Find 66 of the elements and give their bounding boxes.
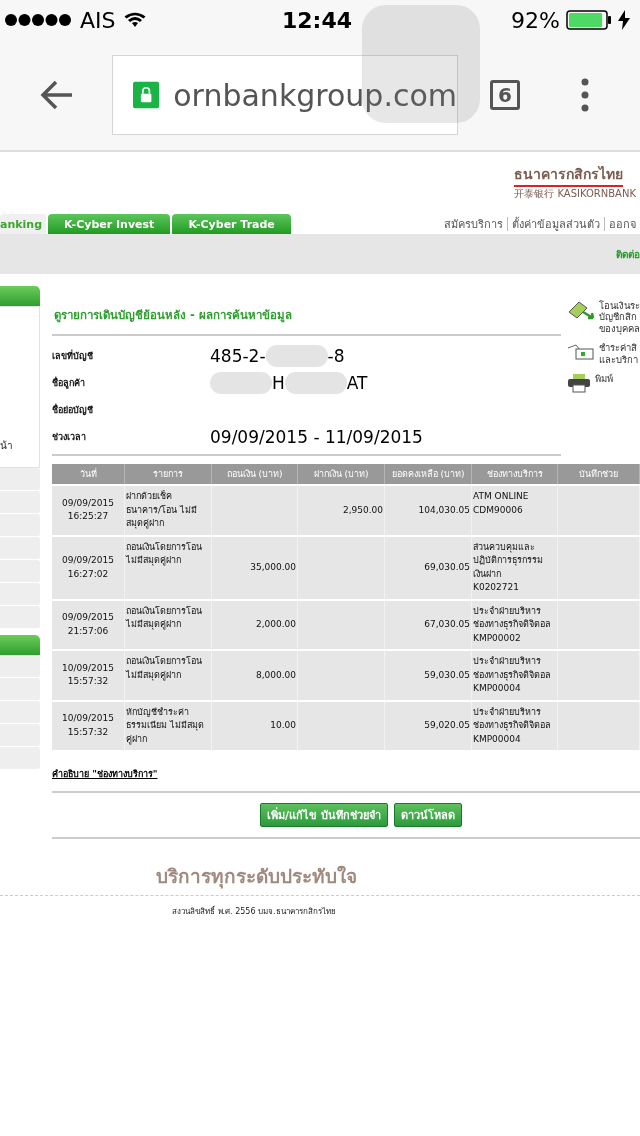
table-cell-text: 69,030.05 (423, 560, 470, 574)
field-value: 485-2- (210, 345, 266, 366)
table-cell-text: ATM ONLINE CDM90006 (473, 490, 530, 517)
table-cell-text: 104,030.05 (417, 503, 470, 517)
back-arrow-icon[interactable] (40, 80, 74, 110)
legend-link[interactable]: คำอธิบาย "ช่องทางบริการ" (52, 769, 158, 779)
table-cell-text: หักบัญชีชำระค่า ธรรมเนียม ไม่มีสมุด คู่ฝาก (126, 705, 205, 746)
table-cell-text: ประจำฝ่ายบริหาร ช่องทางธุรกิจดิจิตอล KMP00004 (473, 655, 552, 695)
side-action-link[interactable]: โอนเงินระ บัญชีกสิก ของบุคคล (599, 300, 640, 335)
table-cell-text: 2,000.00 (254, 618, 296, 631)
table-cell-text: ประจำฝ่ายบริหาร ช่องทางธุรกิจดิจิตอล KMP00004 (473, 705, 552, 746)
battery-percent: 92% (511, 7, 560, 33)
carrier-name: AIS (80, 7, 116, 33)
table-cell-text: 09/09/2015 21:57:06 (61, 611, 115, 638)
table-cell-text: 10/09/2015 15:57:32 (61, 661, 115, 689)
menu-icon[interactable] (580, 78, 590, 112)
table-cell-text: ถอนเงินโดยการโอน ไม่มีสมุดคู่ฝาก (126, 604, 203, 632)
table-cell-text: 35,000.00 (249, 560, 296, 574)
top-link[interactable]: สมัครบริการ (440, 215, 507, 233)
sidebar-header (0, 286, 40, 306)
table-cell-text: 8,000.00 (254, 668, 296, 682)
field-label: ชื่อย่อบัญชี (52, 402, 94, 417)
field-label: ช่วงเวลา (52, 430, 87, 444)
table-cell-text: 59,030.05 (423, 668, 470, 682)
table-cell-text: ฝากด้วยเช็ค ธนาคาร/โอน ไม่มี สมุดคู่ฝาก (126, 490, 198, 531)
page-title: ดูรายการเดินบัญชีย้อนหลัง - ผลการค้นหาข้อมูล (52, 274, 561, 336)
table-cell-text: 59,020.05 (423, 719, 470, 732)
table-cell-text: 10/09/2015 15:57:32 (61, 712, 115, 739)
tab-count-button[interactable]: 6 (490, 80, 520, 110)
redaction-blur (265, 344, 328, 367)
sidebar-item[interactable] (0, 468, 40, 491)
wifi-icon (123, 12, 146, 28)
battery-icon (566, 10, 612, 30)
sidebar-header (0, 635, 40, 655)
field-label: เลขที่บัญชี (52, 348, 94, 363)
printer-icon[interactable] (567, 372, 591, 393)
field-value: AT (346, 372, 368, 393)
side-action-link[interactable]: พิมพ์ (595, 372, 613, 385)
side-action-link[interactable]: ชำระค่าสิ และบริกา (599, 342, 638, 365)
table-cell-text: 09/09/2015 16:25:27 (61, 496, 115, 524)
copyright-text: สงวนลิขสิทธิ์ พ.ศ. 2556 บมจ.ธนาคารกสิกรไทย (172, 907, 336, 916)
table-cell-text: 2,950.00 (341, 503, 383, 517)
bank-logo-subtitle: 开泰银行 KASIKORNBANK (514, 187, 636, 201)
slogan-text: บริการทุกระดับประทับใจ (155, 864, 358, 891)
field-value: 09/09/2015 - 11/09/2015 (210, 426, 423, 447)
bank-logo-text: ธนาคารกสิกรไทย (514, 163, 624, 187)
field-value: H (272, 372, 285, 393)
field-label: ชื่อลูกค้า (52, 375, 86, 390)
top-link[interactable]: ออกจ (605, 215, 640, 233)
card-hand-icon[interactable] (567, 342, 595, 363)
table-cell-text: ถอนเงินโดยการโอน ไม่มีสมุดคู่ฝาก (126, 540, 203, 568)
book-arrow-icon[interactable] (567, 300, 595, 320)
clock-time: 12:44 (282, 7, 352, 33)
table-cell-text: ประจำฝ่ายบริหาร ช่องทางธุรกิจดิจิตอล KMP00002 (473, 604, 552, 645)
table-cell-text: 67,030.05 (423, 618, 470, 631)
table-cell-text: 10.00 (269, 719, 296, 732)
signal-icon (4, 13, 72, 27)
table-cell-text: ถอนเงินโดยการโอน ไม่มีสมุดคู่ฝาก (126, 655, 203, 682)
table-cell-text: ส่วนควบคุมและ ปฏิบัติการธุรกรรม เงินฝาก K0202721 (473, 540, 544, 594)
redaction-blur (284, 371, 347, 394)
url-field[interactable]: ornbankgroup.com (112, 55, 458, 135)
table-cell-text: 09/09/2015 16:27:02 (61, 554, 115, 581)
sidebar-item[interactable]: น้า (0, 438, 13, 453)
top-link[interactable]: ตั้งค่าข้อมูลส่วนตัว (508, 215, 604, 233)
field-value: -8 (327, 345, 345, 366)
sidebar-item[interactable] (0, 655, 40, 678)
